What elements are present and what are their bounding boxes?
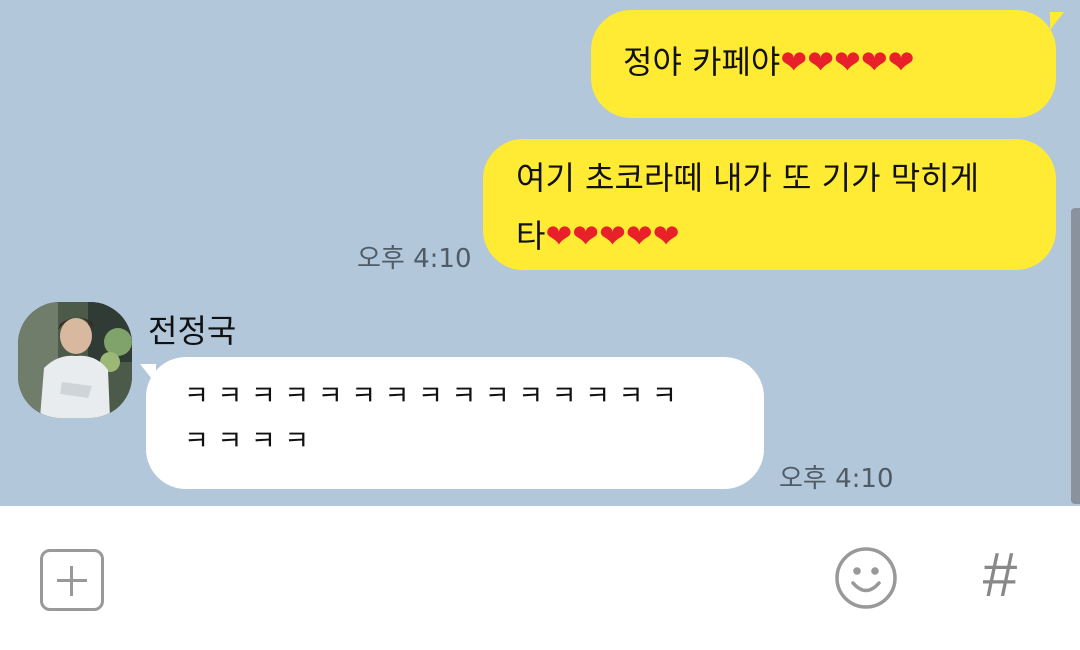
message-text-line: ㅋ ㅋ ㅋ ㅋ ㅋ ㅋ ㅋ ㅋ ㅋ ㅋ ㅋ ㅋ ㅋ ㅋ ㅋ: [184, 381, 677, 412]
message-text-line: ㅋ ㅋ ㅋ ㅋ: [184, 426, 310, 457]
message-text: 정야 카페야: [623, 43, 781, 81]
input-bar: #: [0, 506, 1080, 650]
smiley-icon[interactable]: [834, 546, 898, 610]
plus-square-icon[interactable]: [40, 549, 104, 611]
sender-name: 전정국: [148, 312, 237, 350]
scrollbar[interactable]: [1071, 208, 1080, 504]
message-timestamp: 오후 4:10: [357, 244, 472, 274]
sent-message-bubble[interactable]: 여기 초코라떼 내가 또 기가 막히게 타❤❤❤❤❤: [483, 139, 1056, 270]
avatar[interactable]: [18, 302, 132, 418]
message-text-line: 여기 초코라떼 내가 또 기가 막히게: [516, 159, 980, 197]
received-message-bubble[interactable]: ㅋ ㅋ ㅋ ㅋ ㅋ ㅋ ㅋ ㅋ ㅋ ㅋ ㅋ ㅋ ㅋ ㅋ ㅋ ㅋ ㅋ ㅋ ㅋ: [146, 357, 764, 489]
message-timestamp: 오후 4:10: [779, 464, 894, 494]
bubble-tail: [1050, 12, 1064, 30]
hearts-emoji: ❤❤❤❤❤: [545, 217, 680, 255]
chat-area[interactable]: 정야 카페야❤❤❤❤❤ 여기 초코라떼 내가 또 기가 막히게 타❤❤❤❤❤ 오…: [0, 0, 1080, 506]
hashtag-button[interactable]: #: [970, 542, 1030, 610]
hearts-emoji: ❤❤❤❤❤: [780, 43, 915, 81]
sent-message-bubble[interactable]: 정야 카페야❤❤❤❤❤: [591, 10, 1056, 118]
avatar-photo: [18, 302, 132, 418]
message-text-line: 타❤❤❤❤❤: [516, 217, 680, 255]
